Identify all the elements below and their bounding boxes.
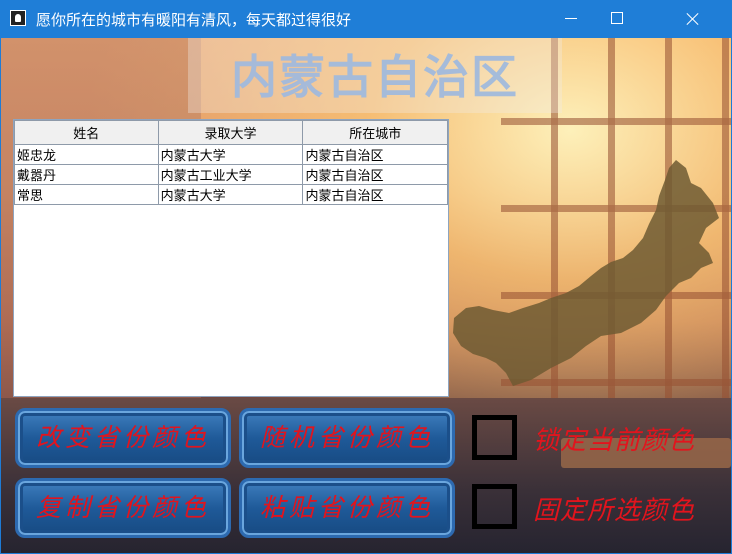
cell-name[interactable]: 戴嚣丹 (14, 164, 159, 185)
change-color-button[interactable]: 改变省份颜色 (15, 408, 231, 468)
lock-color-label: 锁定当前颜色 (533, 426, 696, 456)
cell-city[interactable]: 内蒙古自治区 (302, 164, 448, 185)
fix-color-label: 固定所选颜色 (533, 496, 696, 526)
cell-university[interactable]: 内蒙古大学 (157, 144, 304, 165)
table-header-row: 姓名 录取大学 所在城市 (14, 120, 448, 145)
column-header-university[interactable]: 录取大学 (157, 120, 304, 145)
student-table-panel[interactable]: 姓名 录取大学 所在城市 姬忠龙 内蒙古大学 内蒙古自治区 戴嚣丹 内蒙古工业大… (13, 119, 449, 397)
region-title: 内蒙古自治区 (188, 38, 562, 113)
lock-color-checkbox[interactable] (472, 415, 517, 460)
column-header-city[interactable]: 所在城市 (302, 120, 448, 145)
minimize-icon[interactable] (548, 0, 594, 38)
cell-name[interactable]: 姬忠龙 (14, 144, 159, 165)
province-shape[interactable] (453, 160, 719, 386)
student-table[interactable]: 姓名 录取大学 所在城市 姬忠龙 内蒙古大学 内蒙古自治区 戴嚣丹 内蒙古工业大… (14, 120, 448, 205)
random-color-button[interactable]: 随机省份颜色 (239, 408, 455, 468)
close-icon[interactable] (650, 0, 732, 38)
main-panel: 内蒙古自治区 姓名 录取大学 所在城市 姬忠龙 内蒙古大学 内蒙古自治区 戴嚣丹… (1, 38, 731, 553)
window-titlebar[interactable]: 愿你所在的城市有暖阳有清风，每天都过得很好 (0, 0, 732, 38)
cell-city[interactable]: 内蒙古自治区 (302, 144, 448, 165)
window-title: 愿你所在的城市有暖阳有清风，每天都过得很好 (36, 11, 352, 29)
column-header-name[interactable]: 姓名 (14, 120, 159, 145)
cell-university[interactable]: 内蒙古工业大学 (157, 164, 304, 185)
app-icon (10, 10, 26, 26)
maximize-icon[interactable] (594, 0, 640, 38)
table-row[interactable]: 姬忠龙 内蒙古大学 内蒙古自治区 (14, 144, 448, 165)
fix-color-checkbox[interactable] (472, 484, 517, 529)
cell-university[interactable]: 内蒙古大学 (157, 184, 304, 205)
paste-color-button[interactable]: 粘贴省份颜色 (239, 478, 455, 538)
cell-city[interactable]: 内蒙古自治区 (302, 184, 448, 205)
table-row[interactable]: 戴嚣丹 内蒙古工业大学 内蒙古自治区 (14, 164, 448, 185)
province-map[interactable] (451, 158, 721, 388)
table-row[interactable]: 常思 内蒙古大学 内蒙古自治区 (14, 184, 448, 205)
copy-color-button[interactable]: 复制省份颜色 (15, 478, 231, 538)
cell-name[interactable]: 常思 (14, 184, 159, 205)
